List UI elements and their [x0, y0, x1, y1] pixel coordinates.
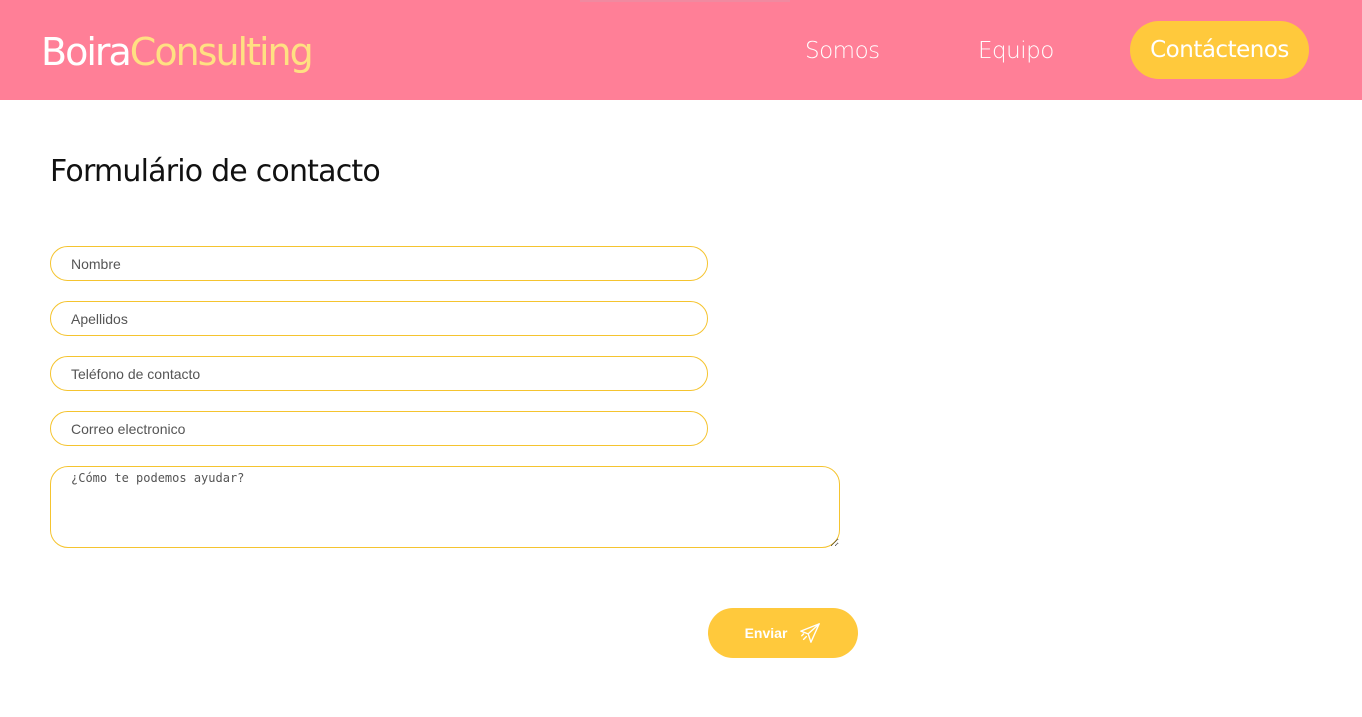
header-divider	[580, 0, 790, 2]
brand-logo[interactable]: BoiraConsulting	[41, 28, 314, 76]
brand-name-part2: Consulting	[129, 30, 314, 74]
page-title: Formulário de contacto	[50, 154, 381, 189]
site-header: BoiraConsulting Somos Equipo Contáctenos	[0, 0, 1362, 100]
send-button-label: Enviar	[744, 625, 788, 641]
paper-plane-icon	[799, 622, 821, 644]
nombre-input[interactable]	[50, 246, 708, 281]
nav-link-equipo[interactable]: Equipo	[978, 33, 1054, 69]
message-textarea[interactable]	[50, 466, 840, 548]
telefono-input[interactable]	[50, 356, 708, 391]
apellidos-input[interactable]	[50, 301, 708, 336]
nav-link-somos[interactable]: Somos	[805, 33, 880, 69]
correo-input[interactable]	[50, 411, 708, 446]
brand-name-part1: Boira	[41, 30, 132, 74]
send-button[interactable]: Enviar	[708, 608, 858, 658]
contact-cta-button[interactable]: Contáctenos	[1130, 21, 1309, 79]
